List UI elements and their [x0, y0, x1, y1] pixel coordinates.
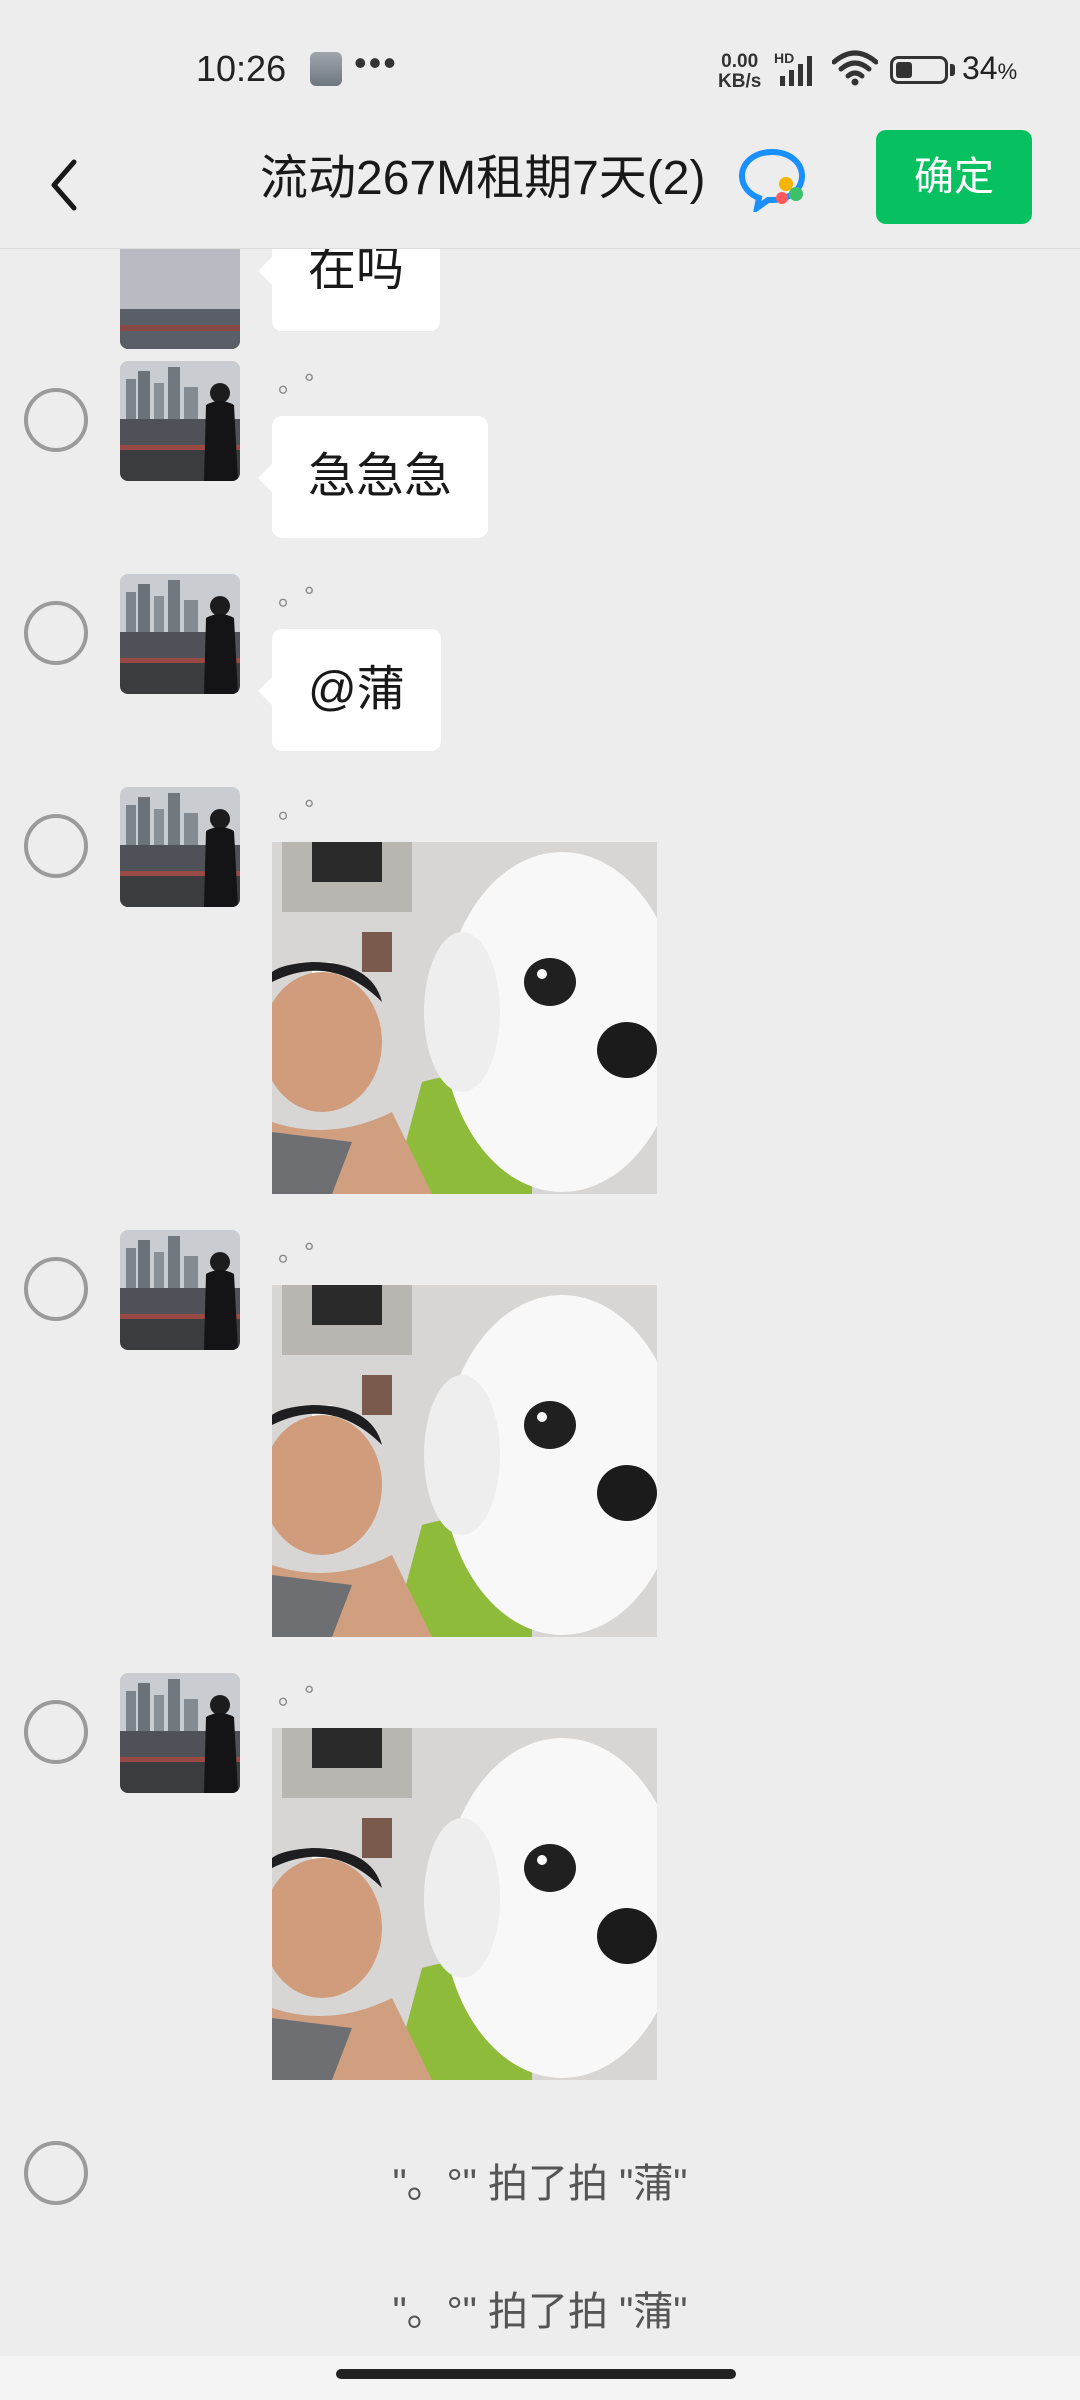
- wifi-icon: [832, 50, 878, 86]
- pat-system-message: "。°" 拍了拍 "蒲": [392, 2290, 688, 2334]
- battery-percent-unit: %: [997, 59, 1018, 84]
- chat-header: 流动267M租期7天(2) 确定: [0, 130, 1080, 249]
- battery-tip: [950, 64, 955, 76]
- battery-level: [896, 62, 912, 78]
- message-image[interactable]: [272, 1285, 657, 1637]
- message-bubble[interactable]: 急急急: [257, 416, 489, 538]
- sender-avatar[interactable]: [120, 249, 240, 349]
- sender-name: 。°: [278, 794, 315, 824]
- message-bubble[interactable]: @蒲: [258, 629, 441, 751]
- chat-title: 流动267M租期7天(2): [260, 152, 706, 205]
- message-row: 。°: [0, 1230, 1080, 1650]
- select-radio[interactable]: [24, 1700, 88, 1764]
- sender-avatar[interactable]: [120, 1230, 240, 1350]
- message-image[interactable]: [272, 1728, 657, 2080]
- confirm-button[interactable]: 确定: [876, 130, 1032, 224]
- status-bar: 10:26 ••• 0.00 KB/s HD 34%: [0, 0, 1080, 130]
- select-radio[interactable]: [24, 1257, 88, 1321]
- network-speed-unit: KB/s: [718, 71, 762, 92]
- pat-system-message: "。°" 拍了拍 "蒲": [392, 2162, 688, 2206]
- status-time: 10:26: [196, 48, 287, 89]
- sender-avatar[interactable]: [120, 1673, 240, 1793]
- home-indicator[interactable]: [336, 2369, 736, 2379]
- battery-percent-value: 34: [962, 50, 998, 86]
- message-row: 。° 急急急: [0, 361, 1080, 561]
- more-dots-icon: •••: [354, 42, 398, 83]
- message-row: 。°: [0, 787, 1080, 1207]
- network-speed: 0.00 KB/s: [718, 52, 761, 92]
- message-row: 。°: [0, 1673, 1080, 2093]
- screenshot-thumbnail-icon: [310, 52, 342, 86]
- message-row: 。° @蒲: [0, 574, 1080, 774]
- signal-icon: [780, 56, 812, 86]
- sender-name: 。°: [278, 1237, 315, 1267]
- chat-multiselect-screen: 10:26 ••• 0.00 KB/s HD 34% 流动267M租期7天(2)…: [0, 0, 1080, 2400]
- message-bubble[interactable]: 在吗: [257, 249, 441, 331]
- group-chat-icon: [738, 148, 806, 212]
- back-arrow-icon[interactable]: [40, 150, 90, 220]
- system-message-row: "。°" 拍了拍 "蒲": [0, 2141, 1080, 2241]
- system-message-row: "。°" 拍了拍 "蒲": [0, 2269, 1080, 2349]
- sender-avatar[interactable]: [120, 787, 240, 907]
- select-radio[interactable]: [24, 388, 88, 452]
- sender-name: 。°: [278, 368, 315, 398]
- sender-avatar[interactable]: [120, 361, 240, 481]
- select-radio[interactable]: [24, 601, 88, 665]
- sender-avatar[interactable]: [120, 574, 240, 694]
- network-speed-value: 0.00: [721, 51, 759, 72]
- battery-percent: 34%: [962, 50, 1017, 87]
- select-radio[interactable]: [24, 814, 88, 878]
- battery-icon: [890, 56, 948, 84]
- message-list[interactable]: 在吗 。° 急急急 。° @蒲 。° 。° 。° "。°" 拍了拍 "蒲" "。…: [0, 249, 1080, 2359]
- sender-name: 。°: [278, 1680, 315, 1710]
- message-image[interactable]: [272, 842, 657, 1194]
- sender-name: 。°: [278, 581, 315, 611]
